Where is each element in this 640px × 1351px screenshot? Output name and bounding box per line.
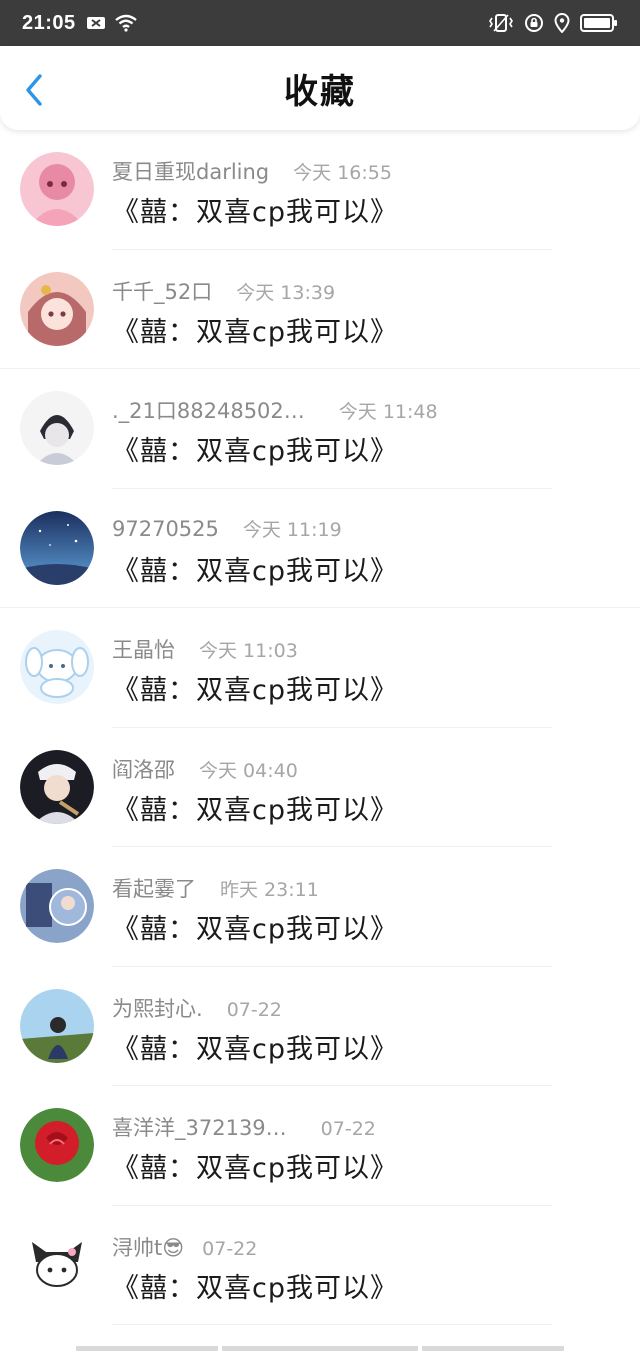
vibrate-icon — [489, 14, 513, 32]
list-item[interactable]: 为熙封心. 07-22 《囍：双喜cp我可以》 — [0, 967, 640, 1086]
user-name[interactable]: 浔帅t😎 — [112, 1232, 184, 1262]
story-title[interactable]: 《囍：双喜cp我可以》 — [112, 549, 398, 588]
timestamp: 昨天 23:11 — [220, 879, 319, 901]
next-item-peek — [0, 1340, 640, 1351]
story-title[interactable]: 《囍：双喜cp我可以》 — [112, 1027, 398, 1066]
mail-x-icon — [86, 17, 105, 29]
avatar[interactable] — [20, 510, 94, 585]
list-item[interactable]: 王晶怡 今天 11:03 《囍：双喜cp我可以》 — [0, 608, 640, 728]
story-title[interactable]: 《囍：双喜cp我可以》 — [112, 1266, 398, 1305]
battery-icon — [580, 14, 617, 32]
timestamp: 今天 04:40 — [199, 759, 298, 782]
user-name[interactable]: 97270525 — [112, 517, 219, 541]
story-title[interactable]: 《囍：双喜cp我可以》 — [112, 668, 398, 707]
story-title[interactable]: 《囍：双喜cp我可以》 — [112, 190, 398, 229]
user-name[interactable]: ._21口88248502… — [112, 395, 305, 425]
location-icon — [554, 13, 570, 33]
timestamp: 今天 13:39 — [236, 281, 336, 304]
avatar[interactable] — [20, 630, 94, 704]
list-item[interactable]: 看起霎了 昨天 23:11 《囍：双喜cp我可以》 — [0, 847, 640, 967]
timestamp: 今天 11:03 — [199, 640, 298, 662]
favorites-list: 夏日重现darling 今天 16:55 《囍：双喜cp我可以》 千千_52口 … — [0, 130, 640, 1325]
avatar[interactable] — [20, 749, 94, 824]
list-item[interactable]: 千千_52口 今天 13:39 《囍：双喜cp我可以》 — [0, 250, 640, 369]
status-time: 21:05 — [22, 11, 76, 34]
list-item[interactable]: ._21口88248502… 今天 11:48 《囍：双喜cp我可以》 — [0, 369, 640, 489]
story-title[interactable]: 《囍：双喜cp我可以》 — [112, 1146, 398, 1185]
user-name[interactable]: 阎洛邵 — [112, 754, 175, 784]
avatar[interactable] — [20, 271, 94, 346]
status-bar: 21:05 — [0, 0, 640, 46]
user-name[interactable]: 看起霎了 — [112, 873, 196, 903]
back-button[interactable] — [14, 70, 54, 110]
list-item[interactable]: 浔帅t😎 07-22 《囍：双喜cp我可以》 — [0, 1206, 640, 1325]
user-name[interactable]: 王晶怡 — [112, 634, 175, 664]
avatar[interactable] — [20, 869, 94, 943]
divider — [112, 1324, 552, 1325]
timestamp: 07-22 — [202, 1237, 258, 1260]
list-item[interactable]: 喜洋洋_372139… 07-22 《囍：双喜cp我可以》 — [0, 1086, 640, 1206]
avatar[interactable] — [20, 1227, 94, 1302]
user-name[interactable]: 喜洋洋_372139… — [112, 1112, 287, 1142]
page-title: 收藏 — [284, 71, 356, 112]
list-item[interactable]: 阎洛邵 今天 04:40 《囍：双喜cp我可以》 — [0, 728, 640, 847]
lock-rotate-icon — [525, 14, 543, 32]
avatar[interactable] — [20, 988, 94, 1063]
user-name[interactable]: 为熙封心. — [112, 993, 203, 1023]
avatar[interactable] — [20, 1108, 94, 1182]
wifi-icon — [114, 14, 137, 32]
timestamp: 07-22 — [226, 998, 282, 1021]
chevron-left-icon — [26, 74, 42, 106]
user-name[interactable]: 夏日重现darling — [112, 156, 269, 186]
story-title[interactable]: 《囍：双喜cp我可以》 — [112, 429, 398, 468]
user-name[interactable]: 千千_52口 — [112, 276, 212, 306]
timestamp: 今天 16:55 — [293, 162, 392, 184]
timestamp: 07-22 — [320, 1118, 376, 1140]
story-title[interactable]: 《囍：双喜cp我可以》 — [112, 907, 398, 946]
avatar[interactable] — [20, 391, 94, 465]
list-item[interactable]: 97270525 今天 11:19 《囍：双喜cp我可以》 — [0, 489, 640, 608]
timestamp: 今天 11:19 — [242, 518, 342, 541]
story-title[interactable]: 《囍：双喜cp我可以》 — [112, 310, 398, 349]
list-item[interactable]: 夏日重现darling 今天 16:55 《囍：双喜cp我可以》 — [0, 130, 640, 250]
story-title[interactable]: 《囍：双喜cp我可以》 — [112, 788, 398, 827]
header-bar: 收藏 — [0, 46, 640, 130]
avatar[interactable] — [20, 152, 94, 226]
timestamp: 今天 11:48 — [338, 401, 438, 423]
